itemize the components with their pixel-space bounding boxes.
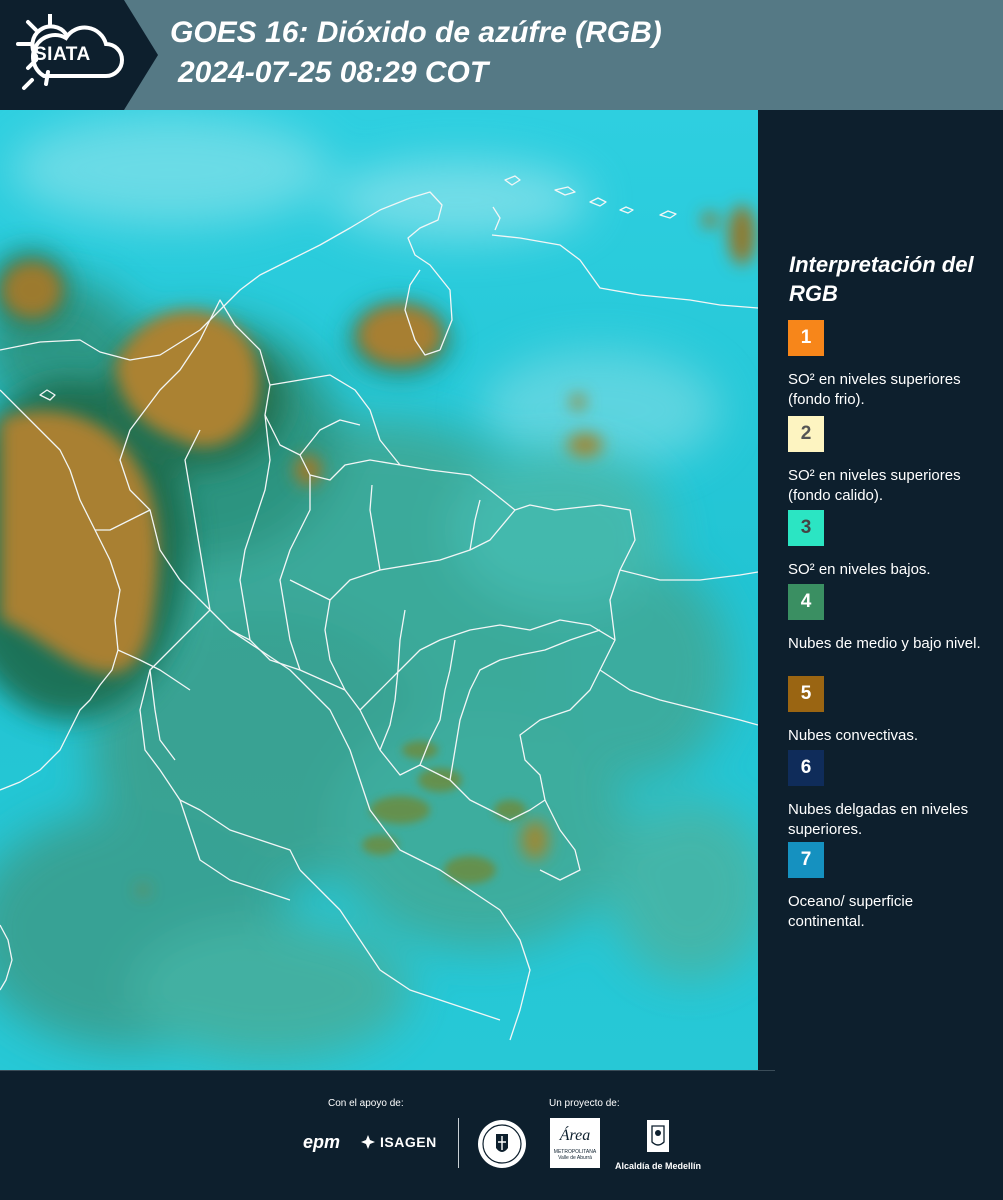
legend-swatch-4: 4 <box>788 584 824 620</box>
siata-logo: SIATA <box>0 0 158 110</box>
footer-separator <box>458 1118 459 1168</box>
alcaldia-logo: Alcaldía de Medellín <box>612 1118 704 1171</box>
logo-text: SIATA <box>34 44 91 65</box>
page-timestamp: 2024-07-25 08:29 COT <box>178 56 489 89</box>
medellin-seal <box>476 1118 528 1175</box>
project-label: Un proyecto de: <box>549 1098 620 1109</box>
legend-swatch-2: 2 <box>788 416 824 452</box>
isagen-mark-icon <box>361 1135 375 1149</box>
header-bar: SIATA GOES 16: Dióxido de azúfre (RGB) 2… <box>0 0 1003 110</box>
legend-desc-2: SO² en niveles superiores (fondo calido)… <box>788 467 961 504</box>
support-label: Con el apoyo de: <box>328 1098 404 1109</box>
alcaldia-crest-icon <box>647 1120 669 1152</box>
satellite-image <box>0 110 758 1070</box>
legend-item-7: 7 Oceano/ superficie continental. <box>788 842 993 932</box>
legend-swatch-1: 1 <box>788 320 824 356</box>
legend-item-5: 5 Nubes convectivas. <box>788 676 993 746</box>
legend-item-1: 1 SO² en niveles superiores (fondo frio)… <box>788 320 993 410</box>
legend-desc-7: Oceano/ superficie continental. <box>788 893 914 930</box>
legend-title: Interpretación del RGB <box>789 252 974 306</box>
legend-item-3: 3 SO² en niveles bajos. <box>788 510 993 580</box>
legend-desc-6: Nubes delgadas en niveles superiores. <box>788 801 969 838</box>
legend-swatch-7: 7 <box>788 842 824 878</box>
footer: Con el apoyo de: Un proyecto de: epm ISA… <box>0 1070 1003 1200</box>
seal-icon <box>478 1120 526 1168</box>
legend-item-4: 4 Nubes de medio y bajo nivel. <box>788 584 993 654</box>
legend-panel: Interpretación del RGB 1 SO² en niveles … <box>758 110 1003 1070</box>
legend-desc-4: Nubes de medio y bajo nivel. <box>788 635 981 652</box>
isagen-text: ISAGEN <box>380 1134 437 1150</box>
legend-desc-5: Nubes convectivas. <box>788 727 919 744</box>
legend-swatch-6: 6 <box>788 750 824 786</box>
legend-item-6: 6 Nubes delgadas en niveles superiores. <box>788 750 993 840</box>
page-title: GOES 16: Dióxido de azúfre (RGB) <box>170 16 662 49</box>
area-logo-sub2: Valle de Aburrá <box>558 1155 592 1161</box>
legend-desc-3: SO² en niveles bajos. <box>788 561 931 578</box>
area-logo-text: Área <box>559 1127 591 1144</box>
alcaldia-text: Alcaldía de Medellín <box>614 1161 702 1171</box>
legend-swatch-3: 3 <box>788 510 824 546</box>
legend-swatch-5: 5 <box>788 676 824 712</box>
isagen-logo: ISAGEN <box>360 1134 437 1150</box>
legend-item-2: 2 SO² en niveles superiores (fondo calid… <box>788 416 993 506</box>
area-metropolitana-logo: Área METROPOLITANA Valle de Aburrá <box>550 1118 600 1168</box>
legend-desc-1: SO² en niveles superiores (fondo frio). <box>788 371 961 408</box>
footer-divider-line <box>0 1070 775 1071</box>
epm-logo: epm <box>303 1132 341 1152</box>
satellite-map <box>0 110 758 1070</box>
